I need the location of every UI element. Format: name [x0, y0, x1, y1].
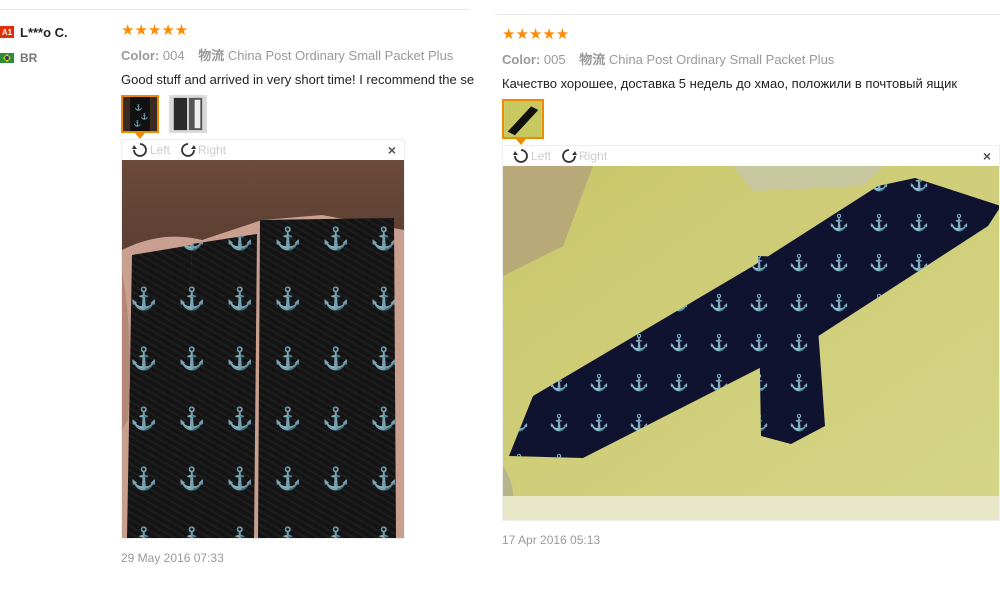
viewer-toolbar: Left Right × [122, 140, 404, 160]
star-rating: ★★★★★ [121, 22, 189, 39]
shipping-label: 物流 [579, 52, 606, 67]
rotate-left-icon [132, 143, 147, 157]
review-photo: ⚓ [122, 160, 404, 538]
shipping-label: 物流 [198, 48, 225, 63]
review-thumbnails: ⚓ ⚓ ⚓ [121, 95, 485, 133]
review-meta: Color: 005 物流 China Post Ordinary Small … [502, 49, 1000, 68]
review-thumbnails [502, 99, 1000, 139]
review-2: ★★★★★ Color: 005 物流 China Post Ordinary … [502, 27, 1000, 547]
rotate-right-label: Right [579, 149, 608, 163]
svg-text:⚓: ⚓ [141, 112, 149, 120]
reviewer-info: A1 L***o C. BR [0, 22, 110, 74]
close-icon[interactable]: × [983, 148, 991, 164]
review-1: ★★★★★ Color: 004 物流 China Post Ordinary … [121, 23, 485, 565]
color-value: 005 [543, 52, 566, 67]
review-date: 17 Apr 2016 05:13 [502, 533, 601, 547]
svg-text:⚓: ⚓ [134, 120, 142, 128]
review-text: Качество хорошее, доставка 5 недель до х… [502, 76, 958, 91]
shipping-value: China Post Ordinary Small Packet Plus [227, 48, 454, 63]
rotate-left-label: Left [531, 149, 552, 163]
rotate-right-button[interactable]: Right [561, 148, 607, 164]
color-label: Color: [502, 52, 541, 67]
color-value: 004 [162, 48, 185, 63]
top-divider-right [495, 14, 1000, 15]
level-badge: A1 [0, 26, 14, 38]
rotate-left-button[interactable]: Left [132, 142, 170, 158]
rotate-left-button[interactable]: Left [513, 148, 551, 164]
reviewer-name: L***o C. [20, 24, 68, 40]
review-meta: Color: 004 物流 China Post Ordinary Small … [121, 45, 485, 64]
color-label: Color: [121, 48, 160, 63]
star-rating: ★★★★★ [502, 26, 570, 43]
svg-text:⚓: ⚓ [135, 104, 143, 112]
brazil-flag-icon [0, 53, 14, 63]
review-thumbnail[interactable]: ⚓ ⚓ ⚓ [121, 95, 159, 133]
review-thumbnail[interactable] [169, 95, 207, 133]
review-date: 29 May 2016 07:33 [121, 551, 224, 565]
review-text: Good stuff and arrived in very short tim… [121, 72, 475, 87]
rotate-right-button[interactable]: Right [180, 142, 226, 158]
close-icon[interactable]: × [388, 142, 396, 158]
reviewer-country: BR [20, 51, 38, 65]
shipping-value: China Post Ordinary Small Packet Plus [608, 52, 835, 67]
review-photo: ⚓ [503, 166, 999, 520]
rotate-right-icon [562, 149, 578, 163]
review-thumbnail[interactable] [502, 99, 544, 139]
rotate-right-icon [181, 143, 197, 157]
image-viewer: Left Right × ⚓ [121, 139, 405, 539]
viewer-toolbar: Left Right × [503, 146, 999, 166]
image-viewer: Left Right × ⚓ [502, 145, 1000, 521]
rotate-right-label: Right [198, 143, 227, 157]
rotate-left-label: Left [150, 143, 171, 157]
top-divider-left [0, 9, 470, 10]
rotate-left-icon [513, 149, 528, 163]
